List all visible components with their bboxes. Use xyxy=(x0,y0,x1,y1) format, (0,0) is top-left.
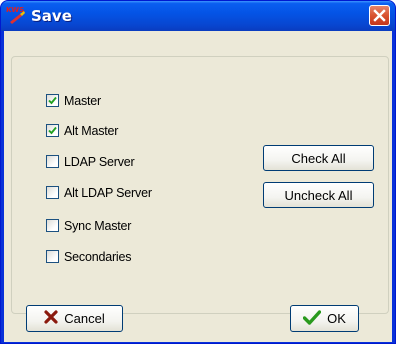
kws-icon-text: KWS xyxy=(6,6,24,14)
checkbox-label: Master xyxy=(64,93,102,108)
checkbox-box[interactable] xyxy=(46,219,59,232)
dialog-client-area: Master Alt Master LDAP Server Alt LDAP S… xyxy=(4,31,392,342)
cancel-label: Cancel xyxy=(64,311,105,326)
uncheck-all-label: Uncheck All xyxy=(284,187,353,203)
save-dialog: KWS Save Master Alt Master LDAP Server A… xyxy=(0,0,396,344)
checkbox-alt-ldap-server[interactable]: Alt LDAP Server xyxy=(46,184,152,201)
checkbox-label: Alt Master xyxy=(64,123,119,138)
checkbox-label: Alt LDAP Server xyxy=(64,185,152,200)
checkbox-sync-master[interactable]: Sync Master xyxy=(46,217,131,234)
checkbox-box[interactable] xyxy=(46,155,59,168)
checkbox-box[interactable] xyxy=(46,186,59,199)
cancel-button[interactable]: Cancel xyxy=(26,305,123,332)
check-all-button[interactable]: Check All xyxy=(263,145,374,171)
checkbox-box[interactable] xyxy=(46,124,59,137)
checkbox-box[interactable] xyxy=(46,250,59,263)
checkbox-secondaries[interactable]: Secondaries xyxy=(46,248,131,265)
cancel-x-icon xyxy=(44,310,58,327)
checkbox-label: Secondaries xyxy=(64,249,132,264)
checkbox-box[interactable] xyxy=(46,94,59,107)
checkbox-label: Sync Master xyxy=(64,218,132,233)
checkmark-icon xyxy=(48,126,57,135)
checkbox-master[interactable]: Master xyxy=(46,92,101,109)
kws-app-icon: KWS xyxy=(6,5,28,25)
ok-button[interactable]: OK xyxy=(290,305,359,332)
close-icon xyxy=(373,9,386,22)
check-all-label: Check All xyxy=(291,150,346,166)
window-title: Save xyxy=(31,7,72,25)
ok-checkmark-icon xyxy=(302,309,322,328)
checkbox-ldap-server[interactable]: LDAP Server xyxy=(46,153,135,170)
checkbox-label: LDAP Server xyxy=(64,154,135,169)
ok-label: OK xyxy=(327,311,346,326)
checkmark-icon xyxy=(48,96,57,105)
uncheck-all-button[interactable]: Uncheck All xyxy=(263,182,374,208)
checkbox-alt-master[interactable]: Alt Master xyxy=(46,122,118,139)
title-bar[interactable]: KWS Save xyxy=(1,1,395,31)
close-button[interactable] xyxy=(369,5,390,26)
